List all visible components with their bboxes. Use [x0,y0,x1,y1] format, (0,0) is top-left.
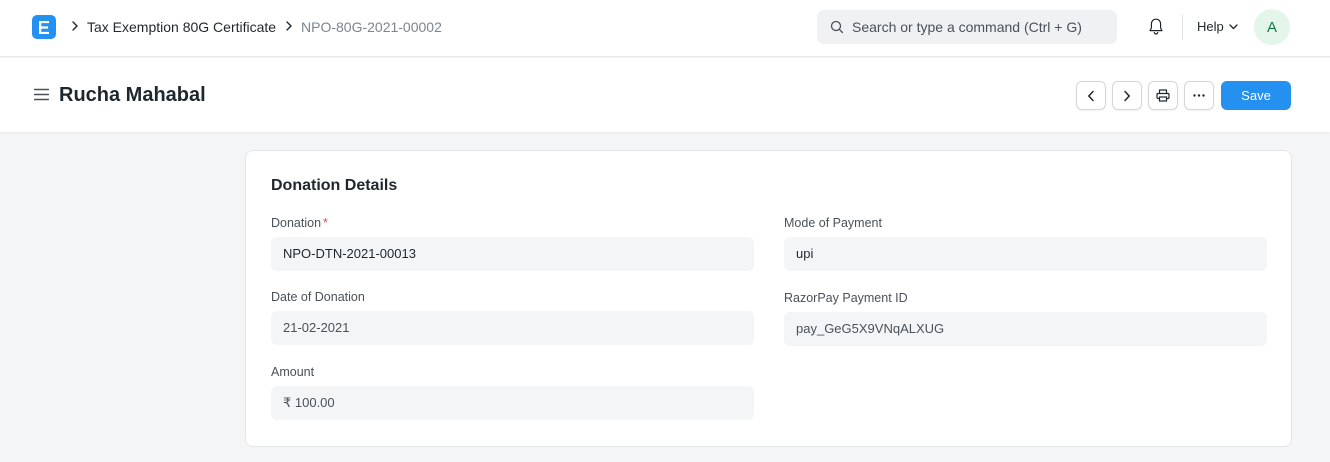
page-header: Rucha Mahabal Save [0,58,1330,132]
bell-icon[interactable] [1147,17,1165,36]
section-title: Donation Details [271,177,398,194]
print-button[interactable] [1148,81,1178,110]
date-of-donation-field[interactable]: 21-02-2021 [271,311,754,345]
navbar: Tax Exemption 80G Certificate NPO-80G-20… [0,0,1330,57]
chevron-right-icon [72,21,78,31]
page-title: Rucha Mahabal [59,84,206,106]
breadcrumb-doctype[interactable]: Tax Exemption 80G Certificate [87,18,276,36]
mode-of-payment-label: Mode of Payment [784,216,882,230]
next-record-button[interactable] [1112,81,1142,110]
date-of-donation-label: Date of Donation [271,290,365,304]
app-logo-icon[interactable] [32,15,56,39]
user-avatar[interactable]: A [1254,9,1290,45]
razorpay-payment-id-field[interactable]: pay_GeG5X9VNqALXUG [784,312,1267,346]
search-bar[interactable]: Search or type a command (Ctrl + G) [817,10,1117,44]
search-placeholder: Search or type a command (Ctrl + G) [852,19,1082,35]
chevron-right-icon [286,21,292,31]
save-button[interactable]: Save [1221,81,1291,110]
hamburger-icon[interactable] [34,88,49,101]
amount-label: Amount [271,365,315,379]
chevron-right-icon [1124,90,1130,101]
amount-field[interactable]: ₹ 100.00 [271,386,754,420]
donation-details-card: Donation Details Donation * NPO-DTN-2021-… [245,150,1292,447]
printer-icon [1156,89,1170,102]
chevron-left-icon [1088,90,1094,101]
more-horizontal-icon [1193,94,1205,97]
previous-record-button[interactable] [1076,81,1106,110]
mode-of-payment-field[interactable]: upi [784,237,1267,271]
required-indicator: * [323,216,328,230]
donation-field[interactable]: NPO-DTN-2021-00013 [271,237,754,271]
razorpay-payment-id-label: RazorPay Payment ID [784,291,908,305]
navbar-divider [1182,14,1183,40]
donation-label: Donation * [271,216,328,230]
breadcrumb-document[interactable]: NPO-80G-2021-00002 [301,18,442,36]
chevron-down-icon[interactable] [1229,24,1238,30]
help-dropdown[interactable]: Help [1197,19,1224,35]
search-icon [830,20,844,34]
more-actions-button[interactable] [1184,81,1214,110]
